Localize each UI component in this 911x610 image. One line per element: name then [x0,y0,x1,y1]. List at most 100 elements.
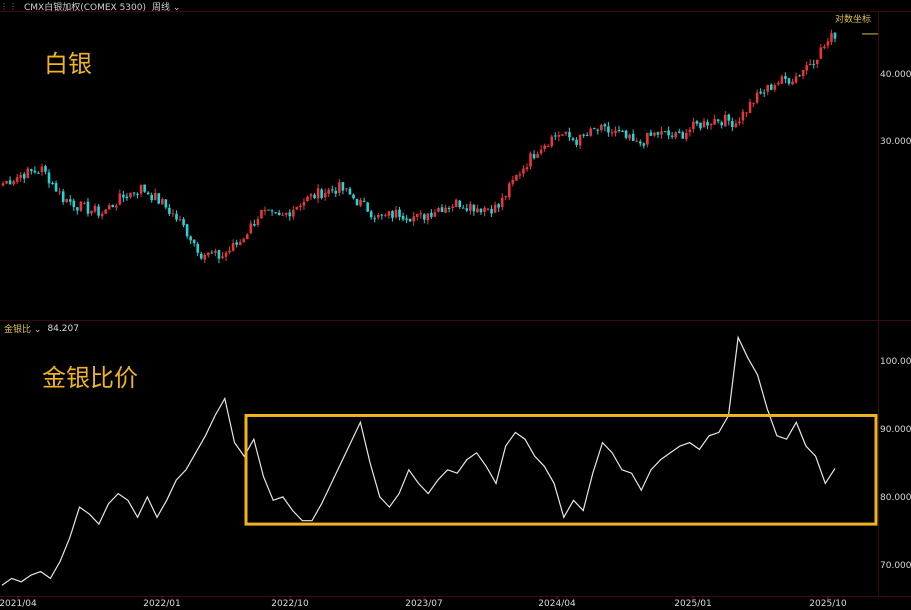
candle-body [557,135,561,137]
candle-body [603,124,607,127]
candle-body [281,214,284,216]
candle-body [709,123,713,126]
candle-body [68,199,72,202]
candle-body [284,212,288,215]
price-tick-label: 40.000 [880,70,911,80]
candle-body [373,218,377,220]
candle-body [596,129,600,131]
candle-body [256,219,260,226]
ratio-tick-label: 70.000 [880,561,911,571]
candle-body [79,201,83,211]
candle-body [815,59,819,65]
candle-body [522,168,525,174]
candle-body [681,132,685,139]
candle-body [784,76,787,79]
candle-body [323,193,327,198]
candle-body [525,167,529,170]
candle-body [104,209,107,214]
candle-body [692,121,695,129]
candle-body [263,209,267,212]
candle-body [561,134,564,136]
candle-body [752,103,755,105]
candle-body [589,128,593,136]
candle-body [267,209,270,211]
time-tick-label: 2024/04 [538,599,576,609]
candle-body [716,119,720,122]
chart-canvas[interactable]: 30.000 40.000 70.000 80.000 90.000 100.000 202… [0,0,911,610]
candle-body [635,140,639,142]
candle-body [185,224,189,237]
candle-body [826,41,830,46]
candle-body [44,166,47,172]
candle-body [316,188,320,199]
candle-body [86,201,90,214]
candle-body [224,252,228,257]
candle-body [260,210,263,219]
candle-body [830,33,833,42]
candle-body [674,132,677,138]
candle-body [22,173,26,179]
candle-body [5,180,8,184]
candle-body [582,134,585,136]
ratio-series-line [1,335,836,586]
candle-body [745,112,748,114]
candle-body [338,182,341,193]
candle-body [812,63,816,65]
candle-body [199,253,203,259]
candle-body [65,199,69,203]
candle-body [171,213,175,215]
candle-body [667,130,670,136]
candle-body [309,194,313,197]
candle-body [214,250,217,253]
candle-body [515,175,518,181]
candle-body [415,213,419,217]
candle-body [26,168,30,178]
candle-body [100,213,104,217]
candle-body [823,46,826,49]
candle-body [731,121,734,127]
candle-body [398,209,401,217]
candle-body [546,145,550,147]
candle-body [461,207,465,209]
candle-body [476,208,479,213]
candle-body [12,181,15,185]
candle-body [734,123,738,127]
candle-body [536,154,539,158]
candle-body [238,242,242,246]
candle-body [465,208,469,211]
candle-body [769,84,773,90]
candle-body [642,143,646,146]
candle-body [741,111,745,121]
candle-body [529,153,532,167]
candle-body [8,180,12,185]
candle-body [376,214,380,218]
candle-body [532,154,536,159]
candle-body [168,207,171,214]
candle-body [228,250,231,253]
candle-body [93,205,97,212]
candle-body [469,204,472,211]
candle-body [695,121,699,124]
candle-body [592,128,596,130]
candle-body [161,199,164,205]
candle-body [699,122,702,129]
candle-body [723,114,727,127]
candle-body [638,141,642,144]
candle-body [801,70,805,77]
candle-body [423,214,426,220]
candle-body [58,191,61,193]
candle-body [90,210,93,214]
candle-body [808,63,812,66]
candle-body [766,85,770,92]
candle-body [47,172,51,184]
candle-body [759,91,762,94]
candle-body [366,202,369,212]
candle-body [458,200,462,208]
candle-body [270,210,274,212]
candle-body [649,132,653,136]
candle-body [624,130,628,138]
candle-body [111,204,115,208]
candle-body [299,205,302,208]
candle-body [791,81,794,85]
candle-body [231,243,235,251]
